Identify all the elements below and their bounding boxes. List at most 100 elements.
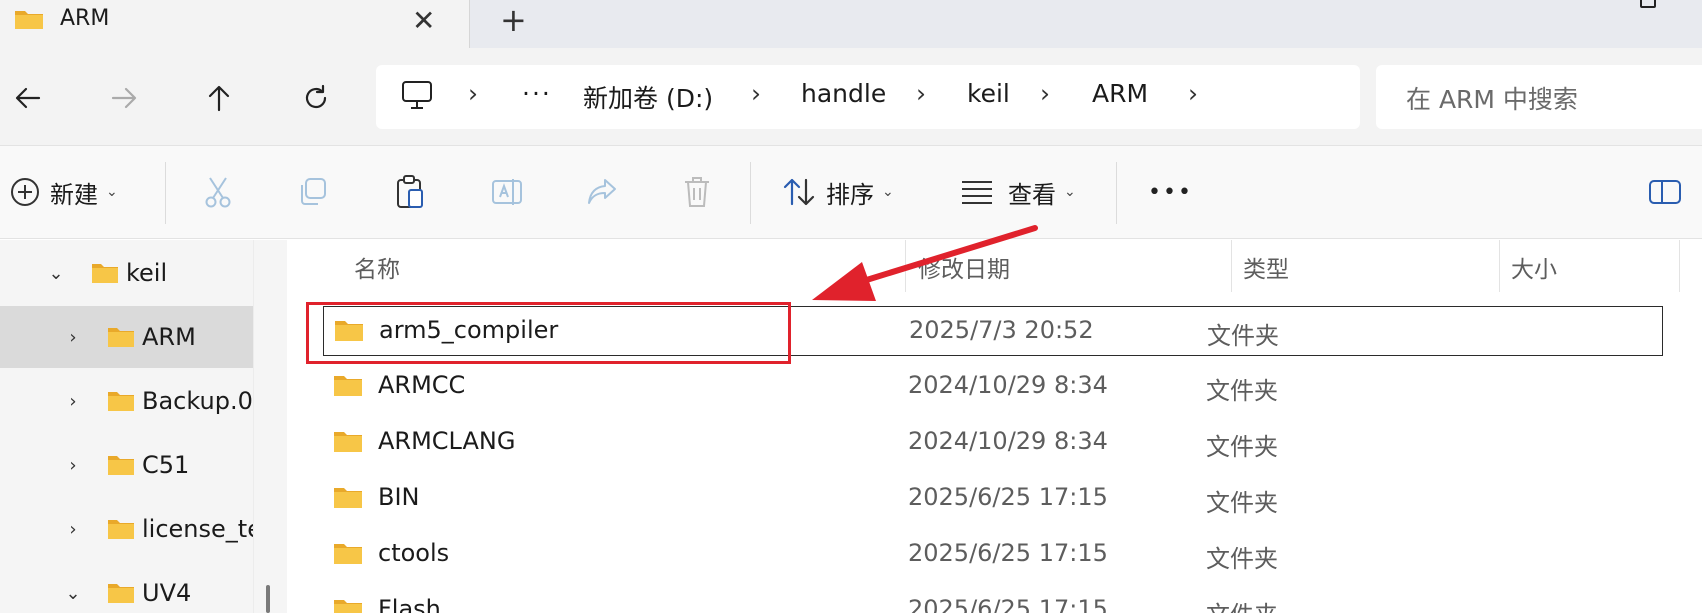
up-button[interactable]: [199, 78, 239, 118]
chevron-right-icon[interactable]: ›: [63, 391, 83, 412]
navigation-pane: ⌄ keil › ARM › Backup.00 › C51 › license…: [0, 240, 253, 613]
breadcrumb-drive[interactable]: 新加卷 (D:): [583, 79, 713, 115]
search-input[interactable]: 在 ARM 中搜索: [1406, 80, 1578, 116]
sidebar-item-c51[interactable]: › C51: [0, 434, 253, 496]
chevron-down-icon: ⌄: [1064, 184, 1076, 200]
rename-button[interactable]: [490, 168, 524, 216]
column-header-type[interactable]: 类型: [1243, 250, 1289, 284]
title-bar: ARM ✕ +: [0, 0, 1702, 48]
sidebar-item-uv4[interactable]: ⌄ UV4: [0, 562, 253, 613]
breadcrumb-separator[interactable]: ›: [1188, 79, 1198, 108]
search-box[interactable]: 在 ARM 中搜索: [1376, 65, 1702, 129]
column-header-modified[interactable]: 修改日期: [918, 250, 1010, 284]
refresh-icon: [305, 84, 327, 109]
new-label: 新建: [50, 180, 98, 209]
file-row-armcc[interactable]: ARMCC 2024/10/29 8:34 文件夹: [323, 362, 1663, 412]
refresh-button[interactable]: [296, 78, 336, 118]
chevron-down-icon: ⌄: [882, 184, 894, 200]
up-icon: [208, 85, 230, 112]
folder-icon: [14, 8, 44, 34]
view-label: 查看: [1008, 180, 1056, 209]
breadcrumb-arm[interactable]: ARM: [1092, 79, 1148, 108]
share-button[interactable]: [585, 168, 619, 216]
chevron-down-icon[interactable]: ⌄: [63, 583, 83, 604]
back-button[interactable]: [8, 78, 48, 118]
sidebar-item-label: Backup.00: [142, 387, 253, 415]
folder-icon: [107, 454, 135, 480]
sidebar-item-label: UV4: [142, 579, 192, 607]
file-type: 文件夹: [1206, 433, 1278, 461]
sidebar-item-keil[interactable]: ⌄ keil: [0, 242, 253, 304]
window-tab[interactable]: ARM ✕: [0, 0, 470, 48]
this-pc-icon[interactable]: [400, 79, 434, 115]
file-row-bin[interactable]: BIN 2025/6/25 17:15 文件夹: [323, 474, 1663, 524]
column-divider[interactable]: [1499, 240, 1500, 292]
breadcrumb-overflow[interactable]: ···: [522, 79, 552, 108]
breadcrumb-handle[interactable]: handle: [801, 79, 886, 108]
new-tab-button[interactable]: +: [500, 1, 527, 39]
paste-button[interactable]: [394, 168, 426, 216]
folder-icon: [333, 374, 363, 401]
sidebar-scrollbar[interactable]: [253, 240, 287, 613]
breadcrumb-separator[interactable]: ›: [468, 79, 478, 108]
file-modified: 2025/7/3 20:52: [909, 316, 1094, 344]
chevron-right-icon[interactable]: ›: [63, 519, 83, 540]
close-tab-icon[interactable]: ✕: [412, 4, 435, 37]
maximize-icon[interactable]: [1640, 0, 1656, 8]
file-explorer-window: ARM ✕ + › ··· 新加卷 (D:) › handle › keil ›…: [0, 0, 1702, 613]
sort-icon: [783, 178, 815, 206]
chevron-right-icon[interactable]: ›: [63, 327, 83, 348]
sidebar-scroll-thumb[interactable]: [266, 585, 270, 613]
file-type: 文件夹: [1206, 595, 1278, 613]
breadcrumb-keil[interactable]: keil: [967, 79, 1010, 108]
cut-icon: [205, 177, 231, 208]
rename-icon: [492, 179, 522, 205]
file-modified: 2024/10/29 8:34: [908, 427, 1108, 455]
sort-button[interactable]: 排序 ⌄: [782, 168, 894, 216]
folder-icon: [333, 542, 363, 569]
sidebar-item-license[interactable]: › license_te: [0, 498, 253, 560]
sidebar-item-label: ARM: [142, 323, 196, 351]
divider: [750, 162, 751, 224]
breadcrumb-separator[interactable]: ›: [1040, 79, 1050, 108]
tab-title: ARM: [60, 6, 110, 31]
file-modified: 2025/6/25 17:15: [908, 483, 1108, 511]
details-pane-button[interactable]: [1648, 168, 1682, 216]
paste-icon: [397, 175, 423, 208]
view-button[interactable]: 查看 ⌄: [960, 168, 1076, 216]
column-header-name[interactable]: 名称: [354, 250, 400, 284]
chevron-down-icon: ⌄: [106, 184, 118, 200]
new-button[interactable]: 新建 ⌄: [10, 168, 118, 216]
column-header-size[interactable]: 大小: [1511, 250, 1557, 284]
cut-button[interactable]: [202, 168, 234, 216]
file-row-armclang[interactable]: ARMCLANG 2024/10/29 8:34 文件夹: [323, 418, 1663, 468]
sort-indicator-icon: ^: [618, 240, 630, 242]
sidebar-item-arm[interactable]: › ARM: [0, 306, 253, 368]
breadcrumb-separator[interactable]: ›: [751, 79, 761, 108]
delete-button[interactable]: [682, 168, 712, 216]
divider: [1116, 162, 1117, 224]
more-options-button[interactable]: •••: [1148, 168, 1193, 216]
folder-icon: [107, 390, 135, 416]
command-bar: 新建 ⌄ 排序 ⌄ 查看 ⌄ •••: [0, 146, 1702, 239]
file-name: BIN: [378, 483, 420, 511]
folder-icon: [333, 430, 363, 457]
details-pane-icon: [1649, 180, 1681, 204]
address-bar[interactable]: › ··· 新加卷 (D:) › handle › keil › ARM ›: [376, 65, 1360, 129]
breadcrumb-separator[interactable]: ›: [916, 79, 926, 108]
file-type: 文件夹: [1206, 489, 1278, 517]
annotation-highlight-box: [306, 302, 791, 364]
file-row-flash[interactable]: Flash 2025/6/25 17:15 文件夹: [323, 586, 1663, 613]
file-row-ctools[interactable]: ctools 2025/6/25 17:15 文件夹: [323, 530, 1663, 580]
copy-icon: [301, 178, 326, 205]
sort-label: 排序: [826, 180, 874, 209]
sidebar-item-backup[interactable]: › Backup.00: [0, 370, 253, 432]
column-divider[interactable]: [1231, 240, 1232, 292]
chevron-down-icon[interactable]: ⌄: [46, 263, 66, 284]
column-divider[interactable]: [1679, 240, 1680, 292]
forward-button[interactable]: [104, 78, 144, 118]
copy-button[interactable]: [297, 168, 329, 216]
chevron-right-icon[interactable]: ›: [63, 455, 83, 476]
column-divider[interactable]: [905, 240, 906, 292]
file-modified: 2025/6/25 17:15: [908, 539, 1108, 567]
